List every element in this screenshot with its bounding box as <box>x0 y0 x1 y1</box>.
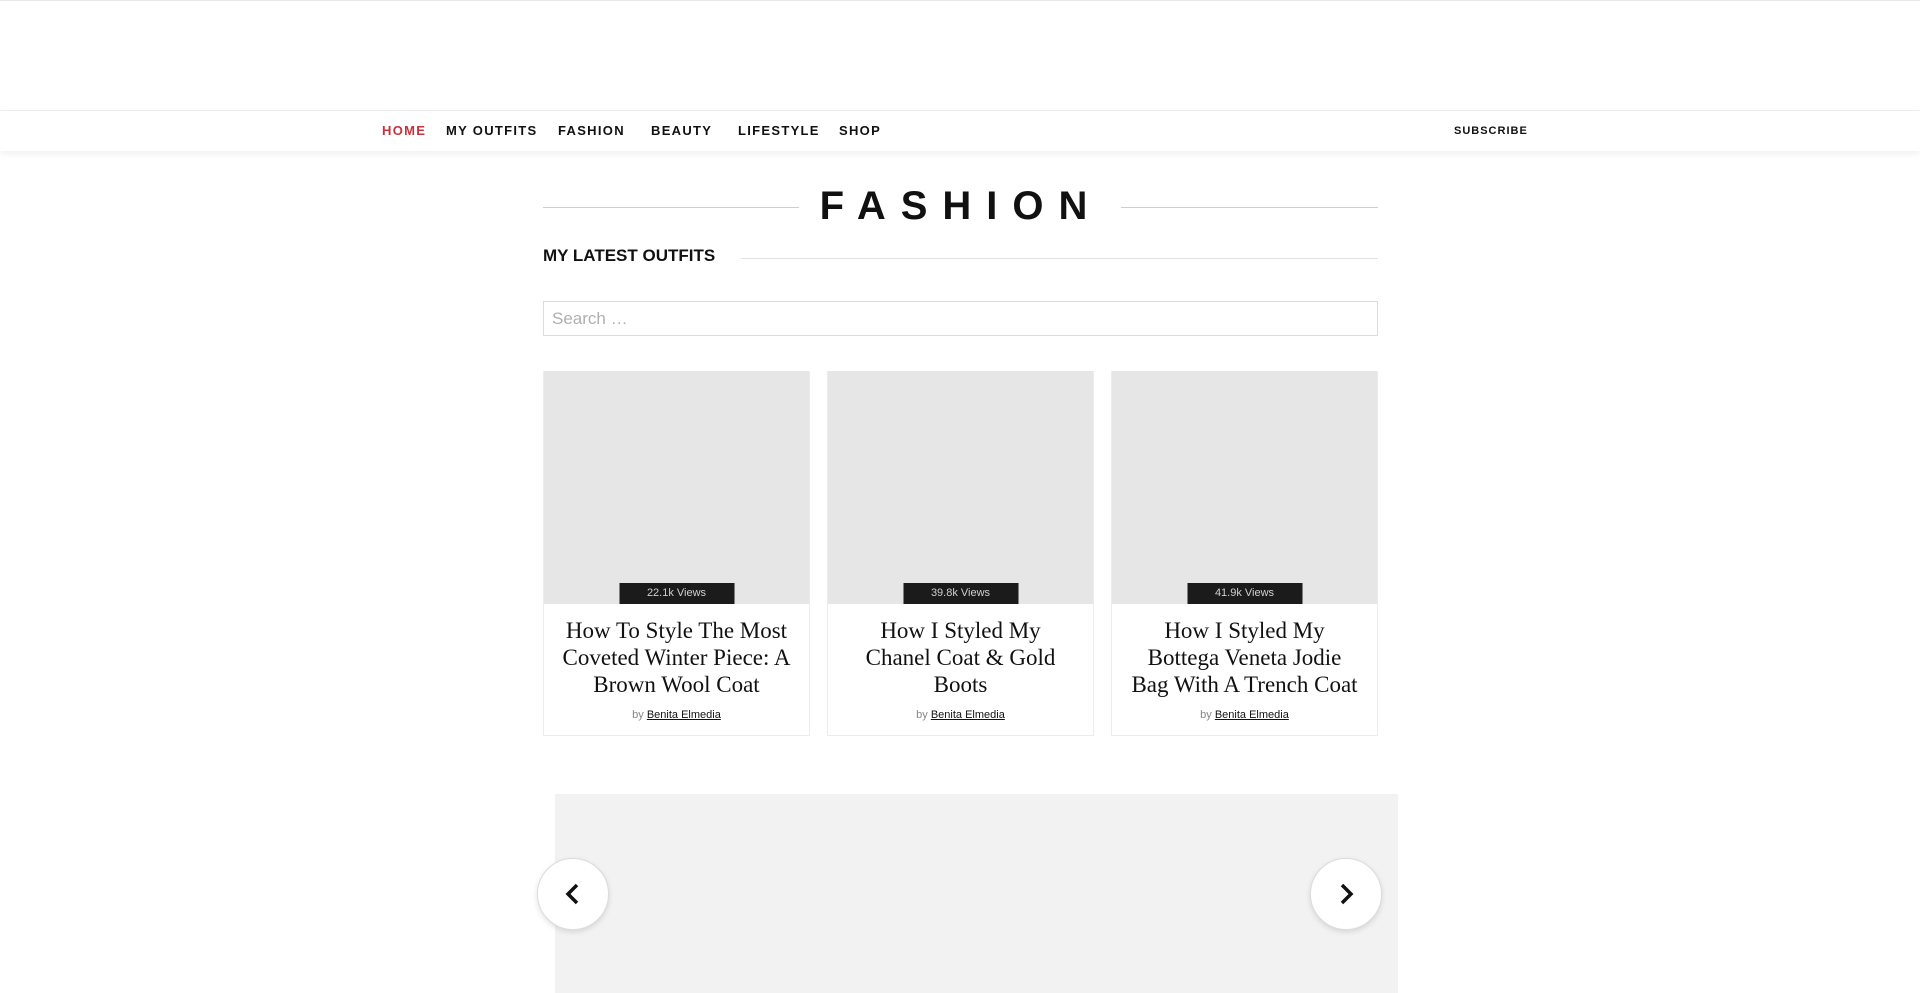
search-input[interactable] <box>543 301 1378 336</box>
byline-prefix: by <box>916 709 928 721</box>
post-byline: by Benita Elmedia <box>1112 698 1377 735</box>
nav-item-lifestyle[interactable]: LIFESTYLE <box>738 123 820 138</box>
nav-item-fashion[interactable]: FASHION <box>558 123 625 138</box>
post-thumbnail[interactable]: 41.9k Views <box>1112 371 1377 604</box>
author-link[interactable]: Benita Elmedia <box>647 709 721 721</box>
section-divider <box>741 258 1378 259</box>
title-divider-left <box>543 207 799 208</box>
post-title[interactable]: How I Styled My Bottega Veneta Jodie Bag… <box>1112 604 1377 698</box>
post-card[interactable]: 39.8k Views How I Styled My Chanel Coat … <box>827 371 1094 736</box>
byline-prefix: by <box>1200 709 1212 721</box>
slider-next-button[interactable] <box>1310 858 1382 930</box>
slider-prev-button[interactable] <box>537 858 609 930</box>
post-byline: by Benita Elmedia <box>544 698 809 735</box>
nav-item-beauty[interactable]: BEAUTY <box>651 123 712 138</box>
post-title[interactable]: How To Style The Most Coveted Winter Pie… <box>544 604 809 698</box>
views-badge: 39.8k Views <box>903 583 1018 604</box>
main-nav: HOME MY OUTFITS FASHION BEAUTY LIFESTYLE… <box>0 110 1920 151</box>
views-badge: 41.9k Views <box>1187 583 1302 604</box>
post-card[interactable]: 41.9k Views How I Styled My Bottega Vene… <box>1111 371 1378 736</box>
post-thumbnail[interactable]: 39.8k Views <box>828 371 1093 604</box>
views-badge: 22.1k Views <box>619 583 734 604</box>
post-card[interactable]: 22.1k Views How To Style The Most Covete… <box>543 371 810 736</box>
post-thumbnail[interactable]: 22.1k Views <box>544 371 809 604</box>
subscribe-link[interactable]: SUBSCRIBE <box>1454 125 1528 137</box>
page-title: FASHION <box>819 184 1103 228</box>
chevron-right-icon <box>1340 883 1354 905</box>
page-title-row: FASHION <box>543 180 1378 230</box>
author-link[interactable]: Benita Elmedia <box>1215 709 1289 721</box>
byline-prefix: by <box>632 709 644 721</box>
title-divider-right <box>1121 207 1378 208</box>
nav-item-home[interactable]: HOME <box>382 123 426 138</box>
post-title[interactable]: How I Styled My Chanel Coat & Gold Boots <box>828 604 1093 698</box>
chevron-left-icon <box>565 883 579 905</box>
nav-item-my-outfits[interactable]: MY OUTFITS <box>446 123 537 138</box>
nav-item-shop[interactable]: SHOP <box>839 123 881 138</box>
section-heading-row: MY LATEST OUTFITS <box>543 246 1378 270</box>
header-area <box>0 1 1920 110</box>
image-slider <box>555 794 1398 993</box>
post-byline: by Benita Elmedia <box>828 698 1093 735</box>
author-link[interactable]: Benita Elmedia <box>931 709 1005 721</box>
section-title: MY LATEST OUTFITS <box>543 246 716 265</box>
